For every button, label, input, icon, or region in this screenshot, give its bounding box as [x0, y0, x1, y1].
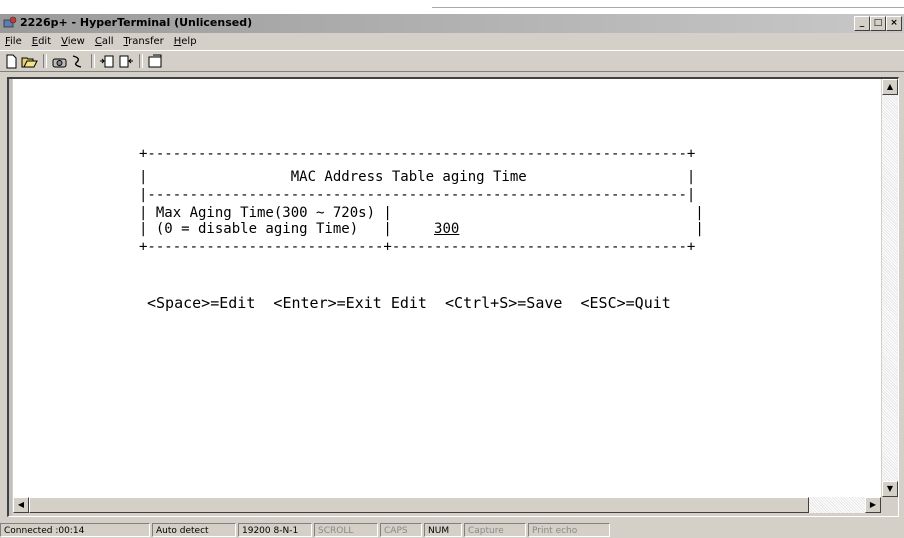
scroll-left-button[interactable]: ◀ [13, 497, 29, 513]
toolbar [0, 50, 904, 72]
send-icon[interactable] [99, 54, 116, 69]
menu-file[interactable]: File [0, 36, 27, 47]
menu-view[interactable]: View [56, 36, 90, 47]
status-bar: Connected :00:14 Auto detect 19200 8-N-1… [0, 521, 904, 538]
receive-icon[interactable] [117, 54, 134, 69]
toolbar-separator [139, 54, 143, 68]
hyperterminal-icon [3, 16, 17, 28]
status-num: NUM [424, 522, 462, 537]
title-bar[interactable]: 2226p+ - HyperTerminal (Unlicensed) _ □ … [0, 14, 904, 33]
dial-icon[interactable] [51, 54, 68, 69]
aging-time-row-end: | [459, 221, 704, 237]
table-border-top: +---------------------------------------… [139, 146, 696, 162]
horizontal-scroll-thumb[interactable] [29, 497, 809, 513]
status-caps: CAPS [380, 522, 422, 537]
terminal-frame: +---------------------------------------… [7, 77, 899, 517]
aging-time-row: | (0 = disable aging Time) | 300 | [139, 221, 704, 237]
menu-help[interactable]: Help [169, 36, 202, 47]
disconnect-icon[interactable] [69, 54, 86, 69]
table-title: | MAC Address Table aging Time | [139, 169, 696, 185]
aging-time-value[interactable]: 300 [434, 221, 459, 237]
toolbar-separator [43, 54, 47, 68]
open-icon[interactable] [21, 54, 38, 69]
status-detect: Auto detect [152, 522, 236, 537]
left-margin [9, 79, 12, 516]
minimize-button[interactable]: _ [854, 16, 870, 31]
aging-time-label: | Max Aging Time(300 ~ 720s) | | [139, 205, 704, 221]
scroll-down-button[interactable]: ▼ [882, 481, 898, 497]
new-icon[interactable] [3, 54, 20, 69]
status-print-echo: Print echo [528, 522, 610, 537]
status-port-settings: 19200 8-N-1 [238, 522, 312, 537]
maximize-button[interactable]: □ [870, 16, 886, 31]
status-connected: Connected :00:14 [0, 522, 150, 537]
window-controls: _ □ × [854, 16, 902, 31]
menu-edit[interactable]: Edit [27, 36, 56, 47]
vertical-scrollbar[interactable]: ▲ ▼ [882, 79, 898, 497]
menu-transfer[interactable]: Transfer [119, 36, 169, 47]
scroll-up-button[interactable]: ▲ [882, 79, 898, 95]
table-separator: |---------------------------------------… [139, 187, 696, 203]
divider [432, 7, 904, 8]
desktop-strip [0, 0, 904, 14]
close-button[interactable]: × [886, 16, 902, 31]
aging-time-hint: | (0 = disable aging Time) | [139, 221, 435, 237]
window-title: 2226p+ - HyperTerminal (Unlicensed) [20, 16, 253, 29]
menu-call[interactable]: Call [90, 36, 119, 47]
key-help: <Space>=Edit <Enter>=Exit Edit <Ctrl+S>=… [147, 294, 671, 312]
menu-bar: File Edit View Call Transfer Help [0, 33, 904, 50]
table-border-bottom: +----------------------------+----------… [139, 239, 696, 255]
toolbar-separator [91, 54, 95, 68]
status-capture: Capture [464, 522, 526, 537]
status-scroll: SCROLL [314, 522, 378, 537]
scroll-right-button[interactable]: ▶ [865, 497, 881, 513]
horizontal-scrollbar[interactable]: ◀ ▶ [13, 497, 881, 513]
terminal-screen[interactable]: +---------------------------------------… [13, 79, 881, 497]
properties-icon[interactable] [147, 54, 164, 69]
